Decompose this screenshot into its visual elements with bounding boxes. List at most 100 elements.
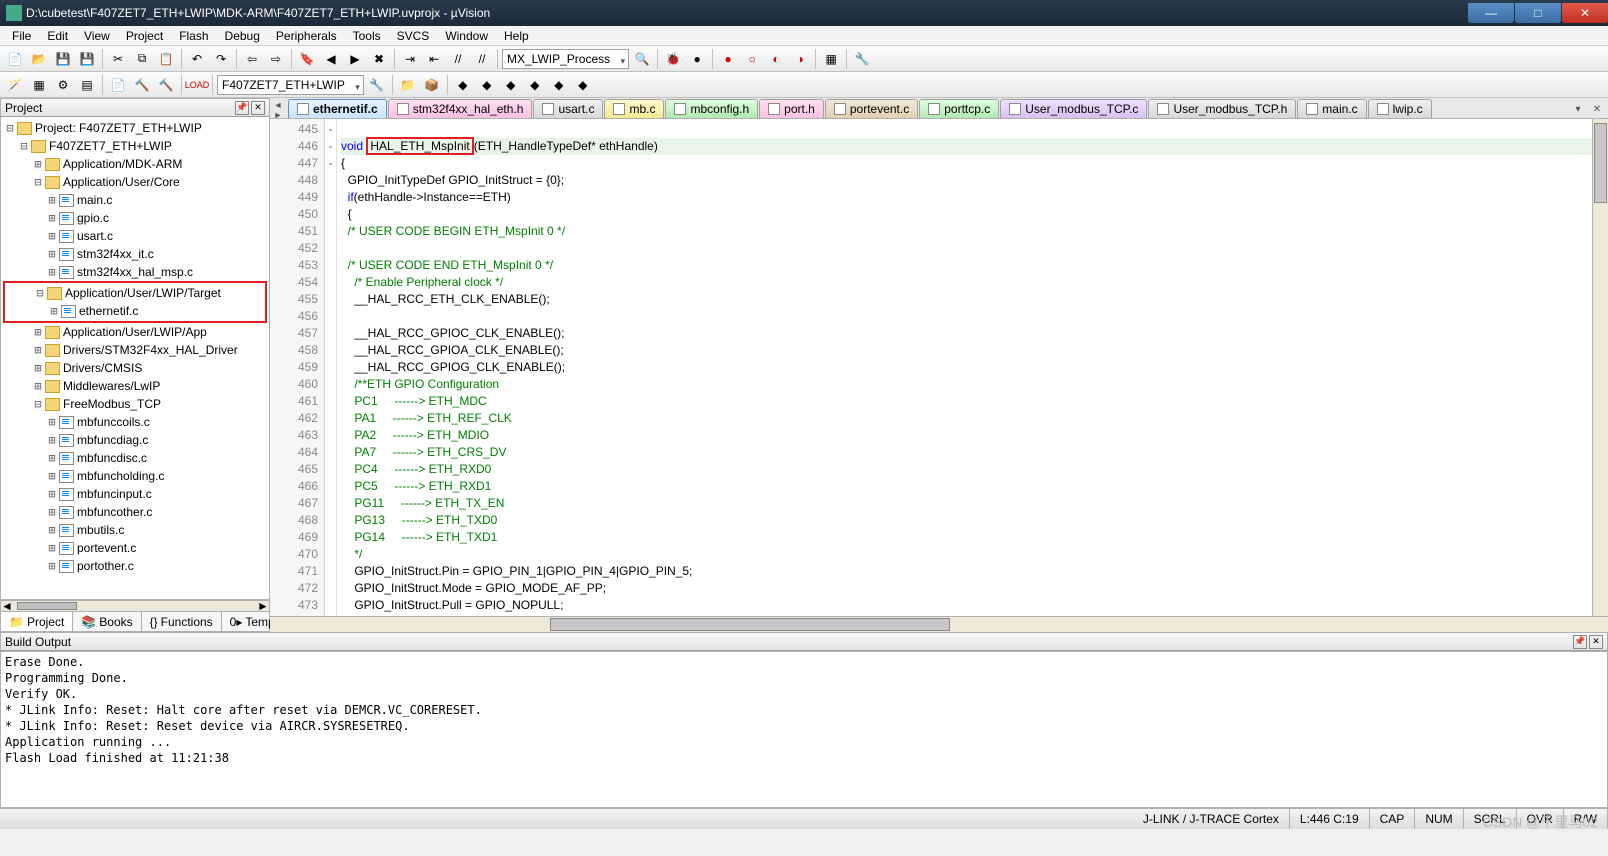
tree-item[interactable]: ⊞Middlewares/LwIP	[3, 377, 267, 395]
project-tree[interactable]: ⊟Project: F407ZET7_ETH+LWIP⊟F407ZET7_ETH…	[0, 117, 270, 600]
target-options-icon[interactable]: 🔧	[366, 74, 388, 96]
etab[interactable]: porttcp.c	[919, 99, 999, 118]
editor-hscroll[interactable]	[270, 616, 1608, 632]
cut-icon[interactable]: ✂	[107, 48, 129, 70]
options-icon[interactable]: ⚙	[52, 74, 74, 96]
tree-item[interactable]: ⊞mbfuncholding.c	[3, 467, 267, 485]
menu-debug[interactable]: Debug	[217, 27, 268, 45]
config-icon[interactable]: 🔧	[851, 48, 873, 70]
tb-icon-6[interactable]: ◆	[572, 74, 594, 96]
fold-gutter[interactable]: - - -	[325, 119, 337, 616]
maximize-button[interactable]: □	[1515, 3, 1561, 23]
menu-peripherals[interactable]: Peripherals	[268, 27, 345, 45]
tb-icon-3[interactable]: ◆	[500, 74, 522, 96]
tree-item[interactable]: ⊞Application/MDK-ARM	[3, 155, 267, 173]
menu-flash[interactable]: Flash	[171, 27, 216, 45]
close-button[interactable]: ✕	[1562, 3, 1608, 23]
editor-vscroll[interactable]	[1592, 119, 1608, 616]
tree-item[interactable]: ⊞stm32f4xx_hal_msp.c	[3, 263, 267, 281]
etab[interactable]: stm32f4xx_hal_eth.h	[388, 99, 533, 118]
etab[interactable]: usart.c	[533, 99, 603, 118]
comment-icon[interactable]: //	[447, 48, 469, 70]
indent-icon[interactable]: ⇥	[399, 48, 421, 70]
code-editor[interactable]: void HAL_ETH_MspInit(ETH_HandleTypeDef* …	[337, 119, 1592, 616]
nav-back-icon[interactable]: ⇦	[241, 48, 263, 70]
menu-view[interactable]: View	[76, 27, 118, 45]
etab[interactable]: User_modbus_TCP.h	[1148, 99, 1296, 118]
uncomment-icon[interactable]: //	[471, 48, 493, 70]
minimize-button[interactable]: —	[1468, 3, 1514, 23]
tb-icon-5[interactable]: ◆	[548, 74, 570, 96]
rebuild-icon[interactable]: 🔨	[155, 74, 177, 96]
tree-item[interactable]: ⊞mbfuncdiag.c	[3, 431, 267, 449]
tree-item[interactable]: ⊞mbfuncother.c	[3, 503, 267, 521]
tree-item[interactable]: ⊞stm32f4xx_it.c	[3, 245, 267, 263]
tb-icon-2[interactable]: ◆	[476, 74, 498, 96]
tree-item[interactable]: ⊟Application/User/Core	[3, 173, 267, 191]
etab[interactable]: mbconfig.h	[665, 99, 758, 118]
tree-item[interactable]: ⊞Drivers/STM32F4xx_HAL_Driver	[3, 341, 267, 359]
find-combo[interactable]: MX_LWIP_Process	[502, 49, 629, 69]
etab[interactable]: port.h	[759, 99, 824, 118]
redo-icon[interactable]: ↷	[210, 48, 232, 70]
breakpoint-icon[interactable]: ●	[686, 48, 708, 70]
tree-item[interactable]: ⊟F407ZET7_ETH+LWIP	[3, 137, 267, 155]
btab-project[interactable]: 📁Project	[1, 612, 73, 631]
etab[interactable]: mb.c	[604, 99, 664, 118]
tb-icon-4[interactable]: ◆	[524, 74, 546, 96]
build-close-icon[interactable]: ✕	[1589, 635, 1603, 649]
menu-file[interactable]: File	[4, 27, 39, 45]
btab-functions[interactable]: {}Functions	[142, 612, 222, 631]
tab-menu-icon[interactable]: ▾	[1571, 104, 1585, 118]
tree-hscroll[interactable]: ◄►	[0, 600, 270, 612]
build-output[interactable]: Erase Done. Programming Done. Verify OK.…	[0, 651, 1608, 808]
manage-icon[interactable]: 📁	[397, 74, 419, 96]
undo-icon[interactable]: ↶	[186, 48, 208, 70]
tree-item[interactable]: ⊞Drivers/CMSIS	[3, 359, 267, 377]
tree-item[interactable]: ⊞mbfunccoils.c	[3, 413, 267, 431]
menu-project[interactable]: Project	[118, 27, 171, 45]
download-icon[interactable]: LOAD	[186, 74, 208, 96]
find-icon[interactable]: 🔍	[631, 48, 653, 70]
run-icon[interactable]: ●	[717, 48, 739, 70]
tree-item[interactable]: ⊞mbfuncinput.c	[3, 485, 267, 503]
build-icon[interactable]: 🔨	[131, 74, 153, 96]
tree-item[interactable]: ⊞Application/User/LWIP/App	[3, 323, 267, 341]
etab[interactable]: main.c	[1297, 99, 1366, 118]
tb-icon-1[interactable]: ◆	[452, 74, 474, 96]
etab[interactable]: User_modbus_TCP.c	[1000, 99, 1147, 118]
tree-item[interactable]: ⊟FreeModbus_TCP	[3, 395, 267, 413]
build-pin-icon[interactable]: 📌	[1573, 635, 1587, 649]
etab[interactable]: portevent.c	[825, 99, 918, 118]
tree-item[interactable]: ⊞portother.c	[3, 557, 267, 575]
tree-item[interactable]: ⊞mbfuncdisc.c	[3, 449, 267, 467]
menu-window[interactable]: Window	[437, 27, 496, 45]
paste-icon[interactable]: 📋	[155, 48, 177, 70]
new-icon[interactable]: 📄	[4, 48, 26, 70]
tree-item[interactable]: ⊟Application/User/LWIP/Target	[5, 284, 265, 302]
tab-close-icon[interactable]: ✕	[1590, 104, 1604, 118]
outdent-icon[interactable]: ⇤	[423, 48, 445, 70]
menu-help[interactable]: Help	[496, 27, 537, 45]
step-icon[interactable]: ◐	[765, 48, 787, 70]
btab-books[interactable]: 📚Books	[73, 612, 141, 631]
pack-icon[interactable]: 📦	[421, 74, 443, 96]
tree-item[interactable]: ⊟Project: F407ZET7_ETH+LWIP	[3, 119, 267, 137]
target-combo[interactable]: F407ZET7_ETH+LWIP	[217, 75, 364, 95]
menu-svcs[interactable]: SVCS	[389, 27, 438, 45]
bookmark-prev-icon[interactable]: ◀	[320, 48, 342, 70]
bookmark-next-icon[interactable]: ▶	[344, 48, 366, 70]
etab[interactable]: ethernetif.c	[288, 99, 387, 118]
bookmark-icon[interactable]: 🔖	[296, 48, 318, 70]
tree-item[interactable]: ⊞ethernetif.c	[5, 302, 265, 320]
translate-icon[interactable]: 📄	[107, 74, 129, 96]
debug-icon[interactable]: 🐞	[662, 48, 684, 70]
etab[interactable]: lwip.c	[1368, 99, 1432, 118]
menu-edit[interactable]: Edit	[39, 27, 76, 45]
panel-close-icon[interactable]: ✕	[251, 101, 265, 115]
tree-item[interactable]: ⊞mbutils.c	[3, 521, 267, 539]
tree-item[interactable]: ⊞gpio.c	[3, 209, 267, 227]
open-icon[interactable]: 📂	[28, 48, 50, 70]
tree-item[interactable]: ⊞portevent.c	[3, 539, 267, 557]
save-all-icon[interactable]: 💾	[76, 48, 98, 70]
